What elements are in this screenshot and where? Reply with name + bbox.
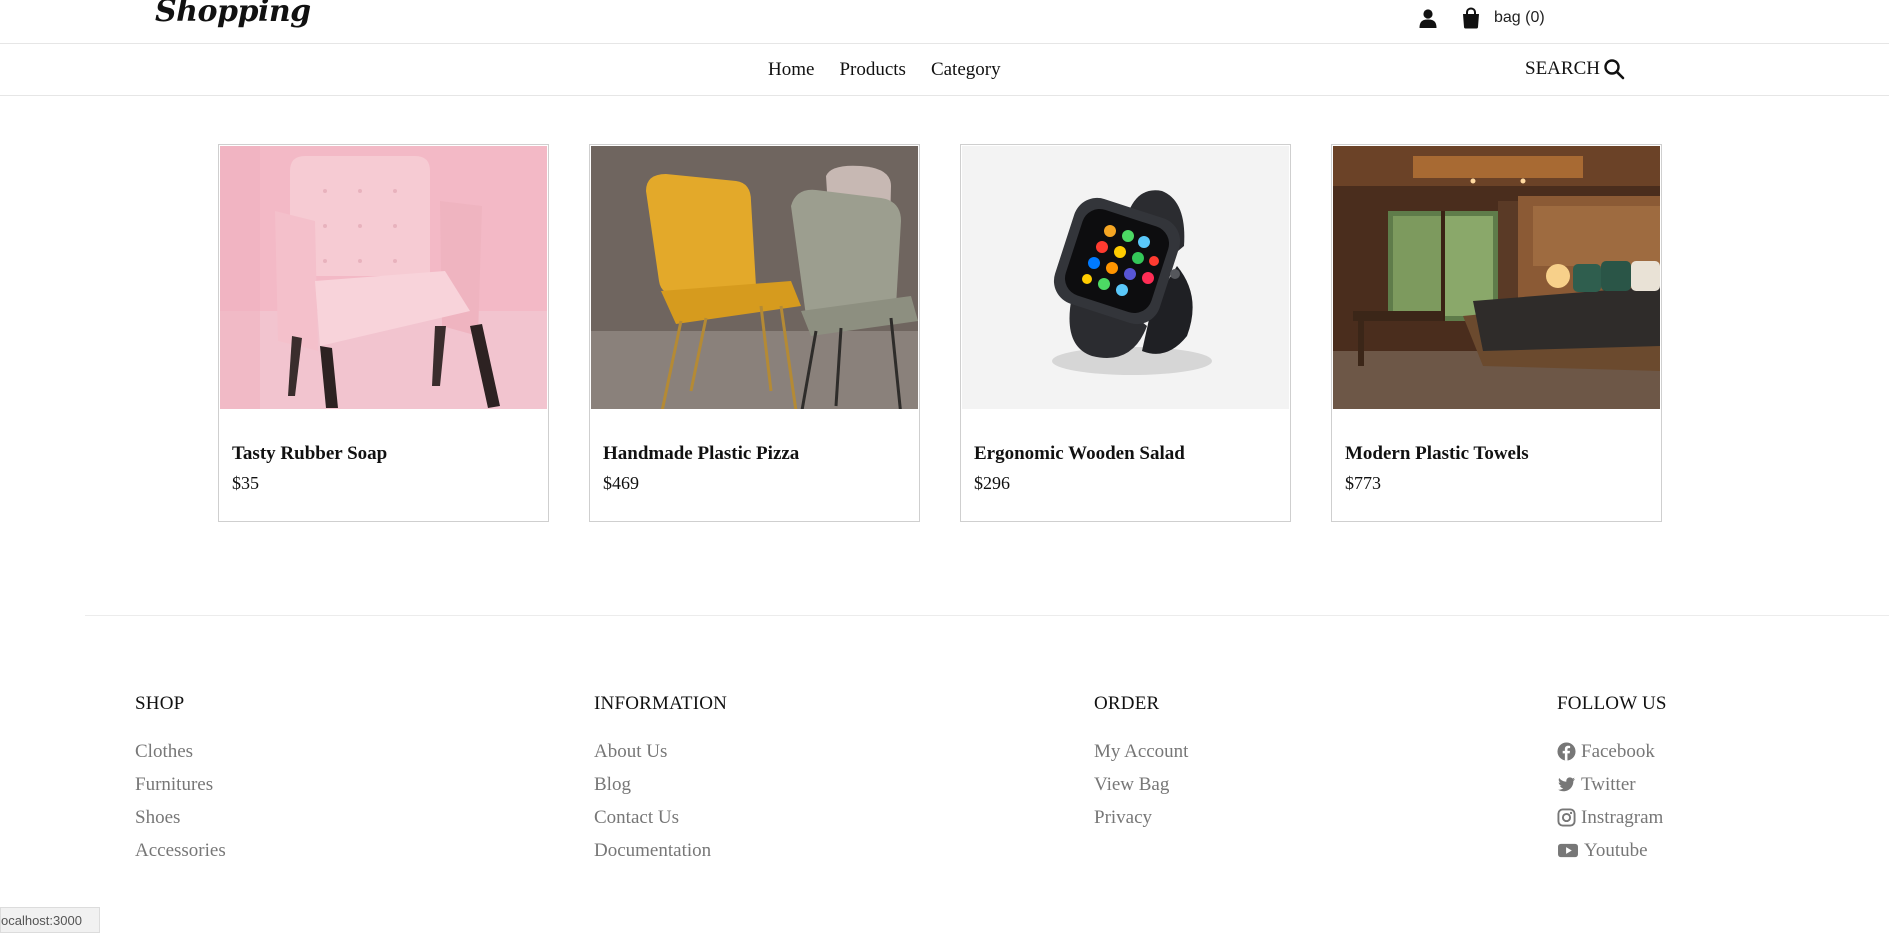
footer-heading: SHOP [135,693,185,714]
product-name[interactable]: Modern Plastic Towels [1345,443,1529,465]
twitter-icon [1558,777,1576,792]
footer-link-clothes[interactable]: Clothes [135,735,226,768]
product-price: $469 [603,473,639,493]
shopping-bag-icon[interactable] [1461,7,1481,29]
user-icon[interactable] [1418,8,1438,28]
footer-link-instagram[interactable]: Instragram [1557,801,1667,834]
product-card[interactable]: Tasty Rubber Soap $35 [218,144,549,522]
product-image[interactable] [591,146,918,409]
footer-link-facebook[interactable]: Facebook [1557,735,1667,768]
footer-heading: INFORMATION [594,693,728,714]
footer-link-view-bag[interactable]: View Bag [1094,768,1188,801]
footer-heading: FOLLOW US [1557,693,1667,714]
nav-home[interactable]: Home [768,59,814,81]
search-label: SEARCH [1525,58,1600,79]
nav-products[interactable]: Products [839,59,906,81]
product-card[interactable]: Modern Plastic Towels $773 [1331,144,1662,522]
instagram-icon [1557,808,1576,827]
product-price: $773 [1345,473,1381,493]
footer-link-accessories[interactable]: Accessories [135,834,226,867]
footer-link-documentation[interactable]: Documentation [594,834,727,867]
product-card[interactable]: Handmade Plastic Pizza $469 [589,144,920,522]
footer-link-twitter[interactable]: Twitter [1557,768,1667,801]
nav-bar: Home Products Category SEARCH [0,44,1889,96]
search-icon [1604,59,1625,80]
footer-link-label: Instragram [1581,806,1664,828]
footer-link-shoes[interactable]: Shoes [135,801,226,834]
footer-link-furnitures[interactable]: Furnitures [135,768,226,801]
footer-divider [85,615,1889,616]
footer-link-youtube[interactable]: Youtube [1557,834,1667,867]
footer-heading: ORDER [1094,693,1160,714]
product-image[interactable] [220,146,547,409]
footer-link-label: Facebook [1581,740,1655,762]
browser-status-bar: ocalhost:3000 [0,907,100,933]
footer-follow-us: FOLLOW US Facebook Twitter Instragram Yo… [1557,693,1667,867]
footer-link-my-account[interactable]: My Account [1094,735,1188,768]
product-image[interactable] [962,146,1289,409]
main-nav: Home Products Category [768,59,1026,81]
footer-shop: SHOP Clothes Furnitures Shoes Accessorie… [135,693,226,867]
footer-link-blog[interactable]: Blog [594,768,727,801]
facebook-icon [1557,742,1576,761]
footer-link-about-us[interactable]: About Us [594,735,727,768]
product-name[interactable]: Handmade Plastic Pizza [603,443,799,465]
footer-order: ORDER My Account View Bag Privacy [1094,693,1188,834]
product-card[interactable]: Ergonomic Wooden Salad $296 [960,144,1291,522]
product-name[interactable]: Tasty Rubber Soap [232,443,387,465]
product-grid: Tasty Rubber Soap $35 Handmade Plastic P… [218,144,1662,522]
product-name[interactable]: Ergonomic Wooden Salad [974,443,1185,465]
top-bar: Shopping bag (0) [0,0,1889,44]
product-price: $35 [232,473,259,493]
footer-link-label: Youtube [1584,839,1648,861]
product-image[interactable] [1333,146,1660,409]
footer-link-contact-us[interactable]: Contact Us [594,801,727,834]
site-logo[interactable]: Shopping [155,0,311,29]
footer-link-label: Twitter [1581,773,1636,795]
search-button[interactable]: SEARCH [1525,58,1625,80]
bag-link[interactable]: bag (0) [1494,9,1545,27]
footer-information: INFORMATION About Us Blog Contact Us Doc… [594,693,727,867]
youtube-icon [1558,843,1578,858]
nav-category[interactable]: Category [931,59,1001,81]
footer-link-privacy[interactable]: Privacy [1094,801,1188,834]
product-price: $296 [974,473,1010,493]
